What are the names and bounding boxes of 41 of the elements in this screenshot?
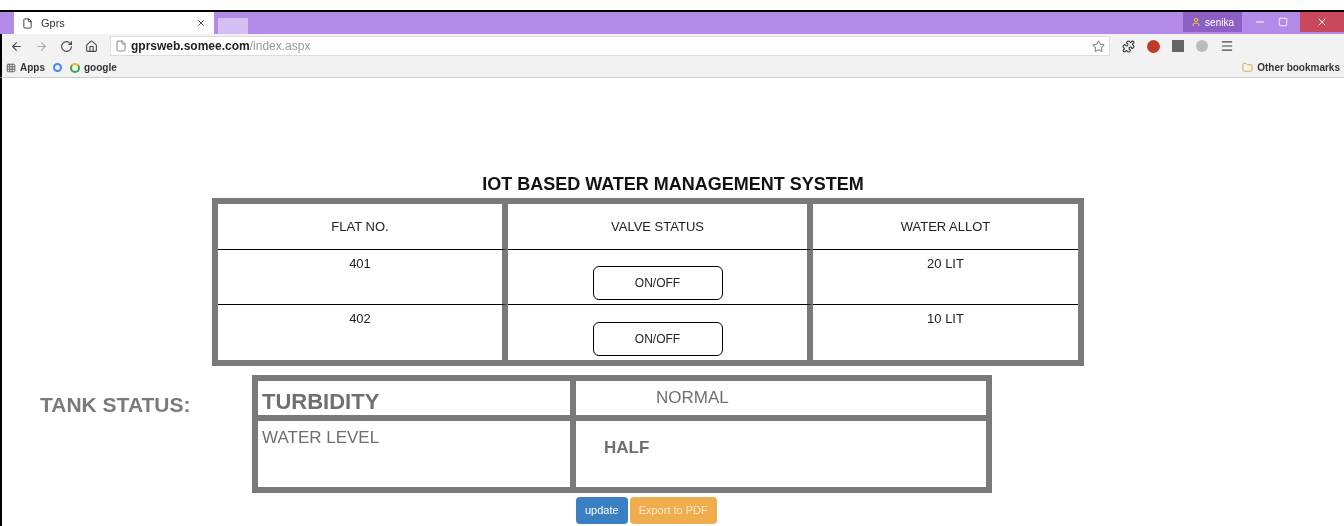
bookmark-link[interactable]: Apps (20, 60, 45, 75)
user-icon (1191, 17, 1202, 27)
column-header: FLAT NO. (218, 204, 508, 250)
forward-icon[interactable] (35, 39, 48, 53)
page-title: IOT BASED WATER MANAGEMENT SYSTEM (481, 173, 865, 196)
close-icon[interactable] (196, 18, 206, 28)
extension-icon[interactable] (1147, 39, 1160, 53)
user-badge[interactable]: senika (1183, 12, 1242, 32)
home-icon[interactable] (85, 39, 98, 53)
page-icon (22, 17, 33, 29)
close-icon (1316, 16, 1328, 28)
star-icon[interactable] (1092, 39, 1105, 53)
address-bar[interactable]: gprsweb.somee.com/index.aspx (110, 36, 1110, 56)
bookmark-icon (70, 62, 80, 73)
reload-icon[interactable] (60, 39, 73, 53)
valve-toggle-button[interactable]: ON/OFF (592, 321, 723, 356)
tab-title: Gprs (41, 15, 65, 31)
maximize-icon[interactable] (1278, 17, 1288, 27)
menu-icon[interactable] (1220, 39, 1234, 53)
valve-toggle-button[interactable]: ON/OFF (592, 266, 723, 300)
g-logo-icon[interactable] (53, 63, 62, 72)
folder-icon (1242, 62, 1254, 73)
table-cell: NORMAL (576, 381, 986, 421)
table-cell: 402 (218, 305, 508, 360)
column-header: VALVE STATUS (508, 204, 813, 250)
bookmark-link[interactable]: google (84, 60, 117, 75)
back-icon[interactable] (10, 39, 23, 53)
bookmark-link[interactable]: Other bookmarks (1257, 60, 1340, 75)
table-cell: TURBIDITY (258, 381, 576, 421)
column-header: WATER ALLOT (813, 204, 1078, 250)
table-cell-text: 10 LIT (926, 310, 965, 328)
tank-status-label: TANK STATUS: (40, 392, 192, 418)
table-cell: WATER LEVEL (258, 421, 576, 487)
table-cell-text: HALF (603, 437, 651, 459)
update-button[interactable]: update (576, 497, 628, 524)
puzzle-icon[interactable] (1122, 39, 1135, 53)
apps-icon (6, 62, 16, 73)
browser-tab[interactable]: Gprs (14, 12, 214, 34)
table-cell: 401 (218, 250, 508, 305)
table-cell: 20 LIT (813, 250, 1078, 305)
page-icon (115, 40, 127, 52)
